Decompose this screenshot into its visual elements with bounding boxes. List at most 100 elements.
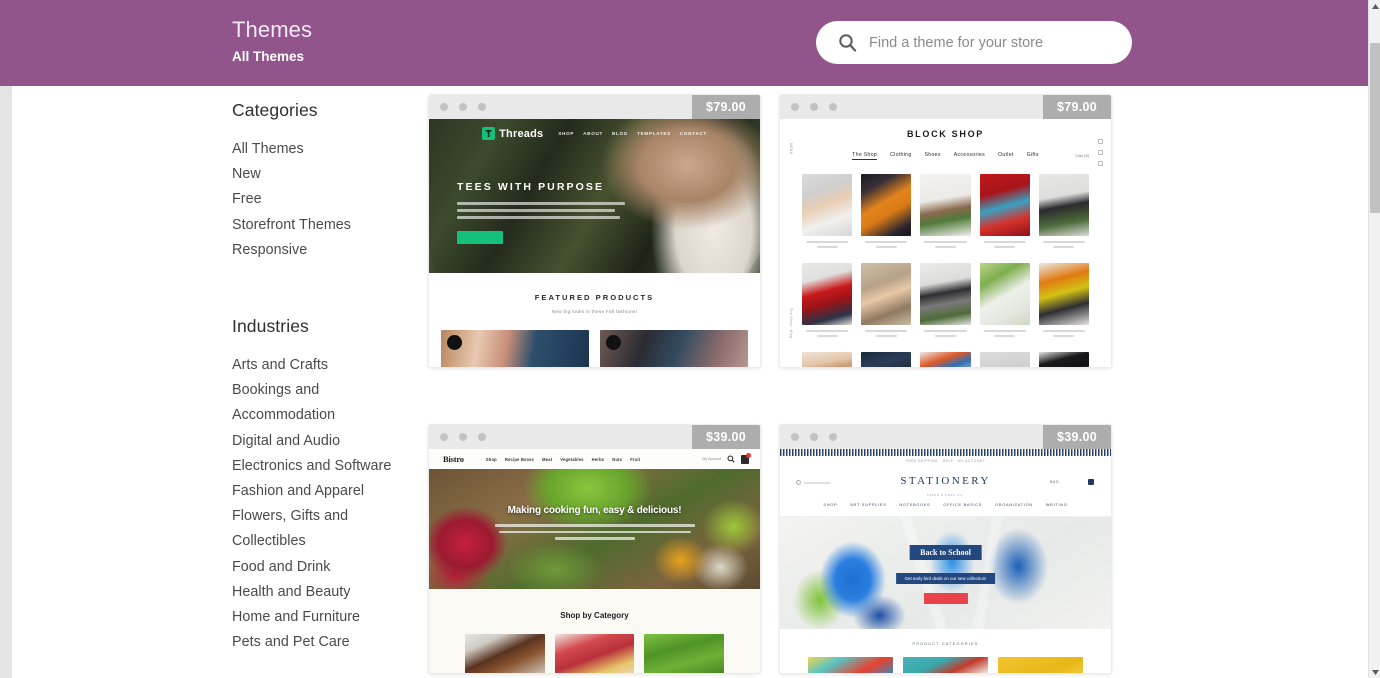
bistro-hero-heading: Making cooking fun, easy & delicious! (507, 505, 682, 516)
sale-badge-icon (606, 335, 621, 350)
threads-hero-button (457, 231, 503, 244)
card-chrome: $79.00 (780, 95, 1111, 119)
sidebar-item-health-and-beauty[interactable]: Health and Beauty (232, 580, 417, 605)
product-cell (979, 262, 1030, 340)
sidebar-item-responsive[interactable]: Responsive (232, 238, 417, 263)
stationery-nav-notebooks: NOTEBOOKS (899, 502, 931, 507)
sidebar-item-food-and-drink[interactable]: Food and Drink (232, 555, 417, 580)
bistro-hero: Making cooking fun, easy & delicious! (429, 469, 760, 589)
sidebar-item-free[interactable]: Free (232, 187, 417, 212)
stationery-topbar-help: HELP (942, 459, 954, 463)
product-cell (979, 174, 1030, 251)
scrollbar-thumb[interactable] (1370, 43, 1380, 213)
sidebar-item-new[interactable]: New (232, 162, 417, 187)
theme-card-bistro[interactable]: $39.00 Bistro Shop Recipe Boxes Meat Veg… (428, 424, 761, 674)
threads-nav-contact: CONTACT (679, 131, 707, 136)
bag-icon (1088, 479, 1094, 485)
block-shop-nav-shoes: Shoes (924, 152, 941, 158)
categories-heading: Categories (232, 100, 318, 120)
stationery-nav-organization: ORGANIZATION (995, 502, 1033, 507)
block-shop-side-label: MENU (789, 143, 793, 155)
window-dot-icon (810, 103, 818, 111)
threads-logo: Threads (482, 127, 543, 140)
categories-list: All Themes New Free Storefront Themes Re… (232, 137, 417, 263)
stationery-category-tiles (780, 646, 1111, 673)
product-cell (979, 351, 1030, 367)
card-chrome: $39.00 (429, 425, 760, 449)
theme-price-badge: $79.00 (692, 95, 760, 119)
theme-price-badge: $39.00 (692, 425, 760, 449)
product-cell (861, 174, 912, 251)
search-icon (839, 34, 857, 52)
sidebar-item-electronics-and-software[interactable]: Electronics and Software (232, 454, 417, 479)
category-tile (465, 634, 545, 673)
product-cell (920, 262, 971, 340)
sidebar-item-storefront-themes[interactable]: Storefront Themes (232, 213, 417, 238)
stationery-hero-subtitle: Get early bird deals on our new collecti… (895, 573, 996, 584)
card-chrome: $79.00 (429, 95, 760, 119)
stationery-announcement-bar: FREE SHIPPING HELP MY ACCOUNT (780, 456, 1111, 466)
threads-hero: Threads SHOP ABOUT BLOG TEMPLATES CONTAC… (429, 119, 760, 273)
threads-logo-text: Threads (499, 127, 544, 140)
product-cell (802, 351, 853, 367)
search-input[interactable] (869, 30, 1109, 55)
stationery-hero: Back to School Get early bird deals on o… (780, 517, 1111, 629)
theme-price-badge: $79.00 (1043, 95, 1111, 119)
category-tile (903, 657, 988, 673)
bistro-nav-nuts: Nuts (612, 456, 623, 462)
browser-viewport: Themes All Themes Categories All Themes … (0, 0, 1380, 678)
bistro-hero-paragraph (494, 524, 695, 540)
threads-product-tile (441, 330, 589, 367)
bistro-logo: Bistro (443, 454, 464, 464)
window-dot-icon (791, 103, 799, 111)
stationery-logo: STATIONERY (900, 475, 991, 487)
scroll-down-arrow-icon[interactable] (1369, 666, 1380, 678)
sidebar-item-pets-and-pet-care[interactable]: Pets and Pet Care (232, 630, 417, 655)
sidebar-item-digital-and-audio[interactable]: Digital and Audio (232, 429, 417, 454)
window-dot-icon (829, 103, 837, 111)
theme-card-block-shop[interactable]: $79.00 MENU The Shop · Blog BLOCK SHOP T… (779, 94, 1112, 368)
sidebar-item-flowers-gifts-and-collectibles[interactable]: Flowers, Gifts and Collectibles (232, 504, 417, 554)
block-shop-nav-gifts: Gifts (1026, 152, 1039, 158)
threads-nav: Threads SHOP ABOUT BLOG TEMPLATES CONTAC… (429, 127, 760, 140)
page-scrollbar[interactable] (1368, 0, 1380, 678)
block-shop-product-grid (780, 160, 1111, 251)
theme-search-box[interactable] (816, 21, 1132, 64)
stationery-section-title: PRODUCT CATEGORIES (912, 642, 979, 646)
window-dot-icon (478, 433, 486, 441)
window-dot-icon (459, 433, 467, 441)
block-shop-logo: BLOCK SHOP (906, 129, 984, 139)
block-shop-product-grid-2 (780, 251, 1111, 340)
product-cell (920, 351, 971, 367)
bistro-nav-herbs: Herbs (591, 456, 605, 462)
category-tile (998, 657, 1083, 673)
sidebar-item-fashion-and-apparel[interactable]: Fashion and Apparel (232, 479, 417, 504)
stationery-nav-writing: WRITING (1045, 502, 1068, 507)
category-tile (644, 634, 725, 673)
sidebar-item-bookings-and-accommodation[interactable]: Bookings and Accommodation (232, 378, 417, 428)
stationery-search (796, 480, 830, 485)
page-header: Themes All Themes (0, 0, 1368, 86)
block-shop-side-label-2: The Shop · Blog (789, 308, 793, 339)
product-cell (802, 262, 853, 340)
stationery-topbar-my-account: MY ACCOUNT (957, 459, 986, 463)
block-shop-nav: The Shop Clothing Shoes Accessories Outl… (780, 152, 1111, 160)
theme-card-threads[interactable]: $79.00 Threads SHOP ABOUT BLOG TEMPLATES… (428, 94, 761, 368)
block-shop-page: MENU The Shop · Blog BLOCK SHOP The Shop… (780, 119, 1111, 367)
category-tile (808, 657, 893, 673)
theme-card-stationery[interactable]: $39.00 FREE SHIPPING HELP MY ACCOUNT STA… (779, 424, 1112, 674)
stationery-nav-shop: SHOP (823, 502, 838, 507)
block-shop-right-icons (1098, 139, 1103, 166)
threads-nav-shop: SHOP (558, 131, 575, 136)
scroll-up-arrow-icon[interactable] (1369, 0, 1380, 12)
left-gutter (0, 86, 12, 678)
window-dot-icon (829, 433, 837, 441)
product-cell (920, 174, 971, 251)
sidebar-item-home-and-furniture[interactable]: Home and Furniture (232, 605, 417, 630)
sidebar-item-all-themes[interactable]: All Themes (232, 137, 417, 162)
card-chrome: $39.00 (780, 425, 1111, 449)
threads-products (429, 314, 760, 367)
sidebar-item-arts-and-crafts[interactable]: Arts and Crafts (232, 353, 417, 378)
bistro-nav-recipe-boxes: Recipe Boxes (504, 456, 535, 462)
